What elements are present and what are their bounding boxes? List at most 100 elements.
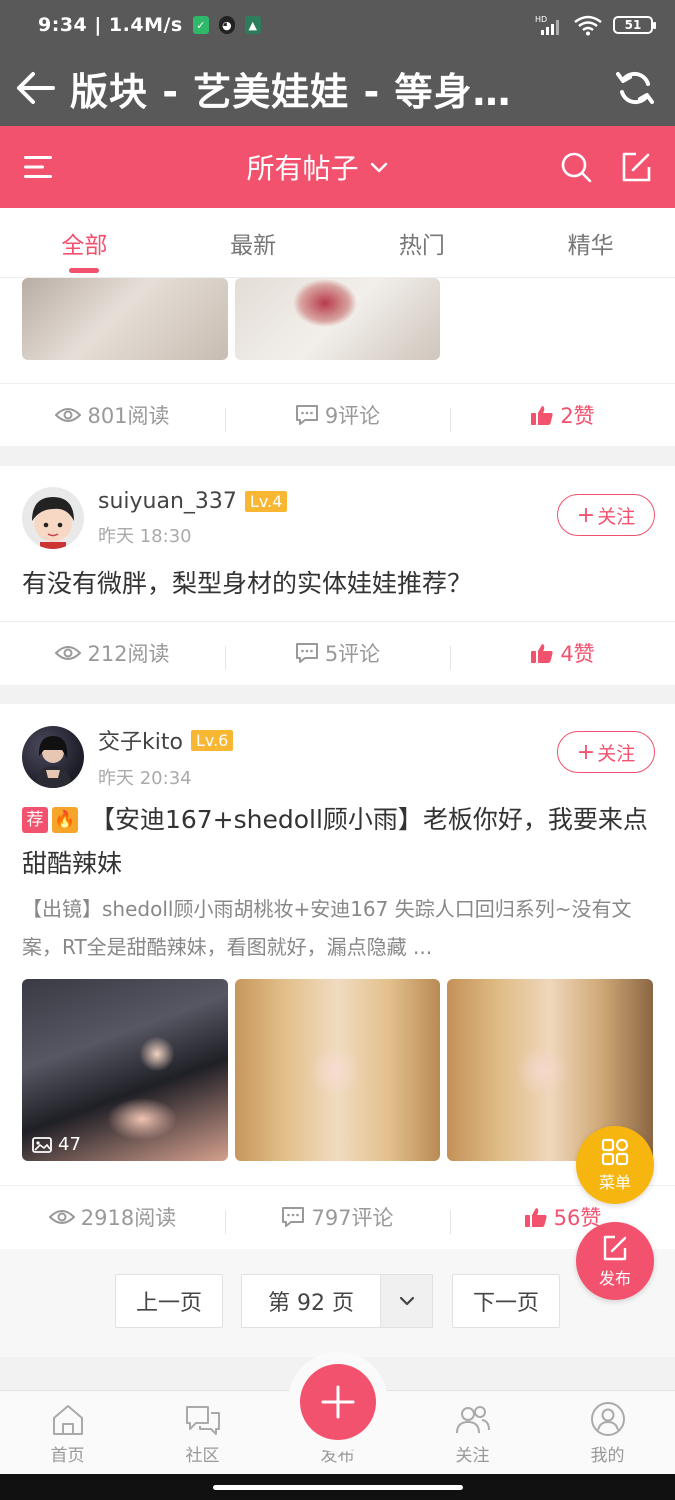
follow-label: 关注 xyxy=(597,742,636,765)
prev-page-button[interactable]: 上一页 xyxy=(115,1274,223,1328)
comment-count[interactable]: 5评论 xyxy=(225,638,450,670)
view-count-text: 212阅读 xyxy=(87,641,170,666)
tab-bar: 全部 最新 热门 精华 xyxy=(0,208,675,278)
post-author[interactable]: 交子kito Lv.6 昨天 20:34 xyxy=(22,724,234,790)
menu-fab[interactable]: 菜单 xyxy=(576,1126,654,1204)
like-count-text: 4赞 xyxy=(560,641,595,666)
nav-follow-label: 关注 xyxy=(455,1446,490,1466)
view-count: 2918阅读 xyxy=(0,1202,225,1232)
view-count: 212阅读 xyxy=(0,638,225,668)
view-count-text: 801阅读 xyxy=(87,403,170,428)
image-count: 47 xyxy=(58,1134,81,1155)
compose-icon[interactable] xyxy=(619,150,653,184)
user-photo-icon xyxy=(34,736,72,788)
thumbs-up-icon xyxy=(531,405,553,425)
nav-home-label: 首页 xyxy=(50,1446,85,1466)
post-title-block[interactable]: 荐 🔥 【安迪167+shedoll顾小雨】老板你好，我要来点甜酷辣妹 xyxy=(22,798,652,886)
tab-latest[interactable]: 最新 xyxy=(169,208,338,277)
filter-dropdown[interactable]: 所有帖子 xyxy=(76,147,559,187)
page-dropdown-toggle[interactable] xyxy=(380,1275,432,1327)
qq-icon: ◕ xyxy=(218,16,235,34)
post-stats: 2918阅读 797评论 56赞 xyxy=(0,1185,675,1247)
search-icon[interactable] xyxy=(559,150,593,184)
avatar[interactable] xyxy=(22,487,84,549)
thumbs-up-icon xyxy=(524,1207,547,1227)
back-button[interactable] xyxy=(0,50,70,126)
plus-icon xyxy=(321,1385,355,1419)
wifi-icon xyxy=(574,15,602,36)
username[interactable]: suiyuan_337 xyxy=(98,489,237,514)
nav-follow[interactable]: 关注 xyxy=(405,1391,540,1474)
title-bar: 版块 - 艺美娃娃 - 等身… xyxy=(0,50,675,126)
edit-icon xyxy=(603,1235,627,1260)
nav-community[interactable]: 社区 xyxy=(135,1391,270,1474)
chevron-down-icon xyxy=(399,1296,414,1306)
post-stats: 212阅读 5评论 4赞 xyxy=(0,621,675,683)
avatar[interactable] xyxy=(22,726,84,788)
like-count[interactable]: 56赞 xyxy=(450,1202,675,1234)
nav-me[interactable]: 我的 xyxy=(540,1391,675,1474)
arrow-left-icon xyxy=(17,72,55,104)
plus-icon: + xyxy=(576,739,596,765)
shield-icon: ✓ xyxy=(192,16,209,34)
username[interactable]: 交子kito xyxy=(98,724,183,756)
follow-button[interactable]: + 关注 xyxy=(557,731,655,773)
plus-icon: + xyxy=(576,502,596,528)
nav-home[interactable]: 首页 xyxy=(0,1391,135,1474)
grid-icon xyxy=(601,1138,629,1165)
post-card[interactable]: 交子kito Lv.6 昨天 20:34 + 关注 荐 🔥 【安迪167+shedol… xyxy=(0,704,675,1249)
signal-icon: HD xyxy=(535,15,559,35)
post-card[interactable]: 801阅读 9评论 2赞 xyxy=(0,278,675,446)
post-image[interactable]: 47 xyxy=(22,979,228,1161)
post-excerpt[interactable]: 【出镜】shedoll顾小雨胡桃妆+安迪167 失踪人口回归系列~没有文案，RT… xyxy=(22,890,656,966)
status-bar: 9:34 | 1.4M/s ✓ ◕ ▲ HD 51 xyxy=(0,0,675,50)
publish-button[interactable] xyxy=(288,1352,388,1452)
publish-fab-label: 发布 xyxy=(598,1268,631,1288)
refresh-button[interactable] xyxy=(595,50,675,126)
level-badge: Lv.4 xyxy=(244,490,288,512)
menu-button[interactable] xyxy=(0,126,76,208)
nav-me-label: 我的 xyxy=(590,1446,625,1466)
publish-fab[interactable]: 发布 xyxy=(576,1222,654,1300)
post-author[interactable]: suiyuan_337 Lv.4 昨天 18:30 xyxy=(22,487,288,549)
comment-count-text: 5评论 xyxy=(324,641,381,666)
comment-count-text: 797评论 xyxy=(311,1205,394,1230)
home-icon xyxy=(52,1405,83,1435)
post-title: 【安迪167+shedoll顾小雨】老板你好，我要来点甜酷辣妹 xyxy=(22,805,648,878)
eye-icon xyxy=(55,407,82,422)
tab-featured[interactable]: 精华 xyxy=(506,208,675,277)
menu-fab-label: 菜单 xyxy=(598,1172,631,1192)
eye-icon xyxy=(55,645,82,660)
recommended-badge: 荐 xyxy=(22,807,48,833)
comment-count-text: 9评论 xyxy=(324,403,381,428)
fire-icon: 🔥 xyxy=(52,807,78,833)
post-time: 昨天 18:30 xyxy=(98,525,192,547)
post-image[interactable] xyxy=(22,278,228,360)
eye-icon xyxy=(48,1209,75,1224)
image-icon xyxy=(32,1136,52,1153)
filter-label: 所有帖子 xyxy=(246,152,359,185)
post-image[interactable] xyxy=(235,278,440,360)
post-stats: 801阅读 9评论 2赞 xyxy=(0,383,675,445)
comment-count[interactable]: 797评论 xyxy=(225,1202,450,1234)
pagination: 上一页 第 92 页 下一页 xyxy=(0,1249,675,1357)
forum-header: 所有帖子 xyxy=(0,126,675,208)
tab-all[interactable]: 全部 xyxy=(0,208,169,277)
like-count[interactable]: 2赞 xyxy=(450,400,675,432)
like-count[interactable]: 4赞 xyxy=(450,638,675,670)
comment-count[interactable]: 9评论 xyxy=(225,400,450,432)
tab-hot[interactable]: 热门 xyxy=(338,208,507,277)
follow-button[interactable]: + 关注 xyxy=(557,494,655,536)
view-count: 801阅读 xyxy=(0,400,225,430)
post-image[interactable] xyxy=(235,979,440,1161)
next-page-button[interactable]: 下一页 xyxy=(452,1274,560,1328)
post-title[interactable]: 有没有微胖，梨型身材的实体娃娃推荐？ xyxy=(22,562,652,606)
view-count-text: 2918阅读 xyxy=(80,1205,177,1230)
current-page: 第 92 页 xyxy=(268,1291,354,1316)
people-icon xyxy=(455,1406,490,1434)
app-icon: ▲ xyxy=(244,16,261,34)
battery-icon: 51 xyxy=(613,16,656,34)
user-icon xyxy=(590,1402,625,1436)
page-select[interactable]: 第 92 页 xyxy=(241,1274,433,1328)
post-card[interactable]: suiyuan_337 Lv.4 昨天 18:30 + 关注 有没有微胖，梨型身材的… xyxy=(0,466,675,685)
